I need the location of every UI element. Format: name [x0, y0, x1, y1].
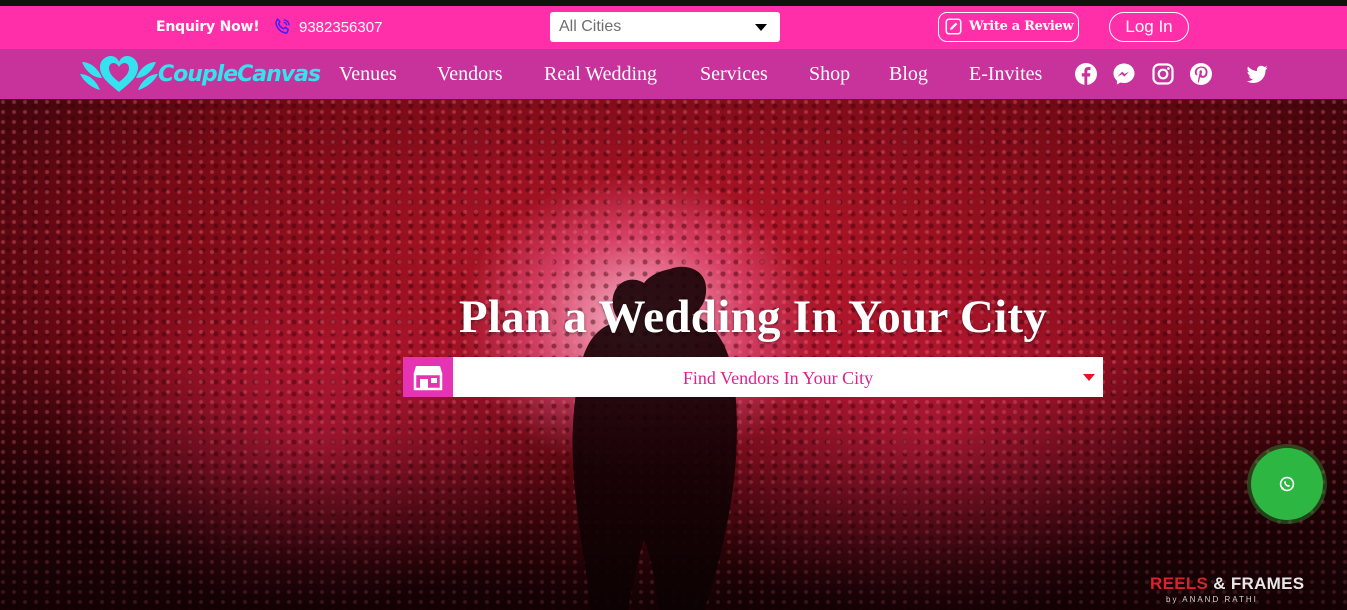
- whatsapp-icon: [1279, 476, 1295, 492]
- chevron-down-icon: [1083, 374, 1095, 381]
- store-icon: [413, 366, 443, 391]
- hero-banner: Plan a Wedding In Your City Find Vendors…: [0, 99, 1347, 610]
- twitter-icon[interactable]: [1245, 62, 1269, 86]
- nav-shop[interactable]: Shop: [809, 63, 850, 86]
- login-label: Log In: [1125, 17, 1173, 36]
- logo[interactable]: CoupleCanvas: [80, 52, 321, 96]
- chevron-down-icon: [755, 24, 767, 31]
- pinterest-icon[interactable]: [1189, 62, 1213, 86]
- city-select-value: All Cities: [559, 18, 622, 35]
- pencil-square-icon: [945, 18, 962, 35]
- whatsapp-button[interactable]: [1251, 448, 1323, 520]
- phone-icon[interactable]: [272, 17, 292, 37]
- messenger-icon[interactable]: [1112, 62, 1136, 86]
- write-review-button[interactable]: Write a Review: [938, 12, 1079, 42]
- store-icon-box: [403, 357, 453, 397]
- watermark: REELS & FRAMES by ANAND RATHI: [1150, 574, 1330, 604]
- instagram-icon[interactable]: [1151, 62, 1175, 86]
- nav-services[interactable]: Services: [700, 63, 768, 86]
- find-vendors-select[interactable]: Find Vendors In Your City: [403, 357, 1103, 397]
- hearts-wings-icon: [80, 56, 158, 92]
- nav-blog[interactable]: Blog: [889, 63, 928, 86]
- logo-text: CoupleCanvas: [158, 62, 321, 87]
- nav-venues[interactable]: Venues: [339, 63, 397, 86]
- enquiry-now-label[interactable]: Enquiry Now!: [156, 19, 260, 35]
- phone-number[interactable]: 9382356307: [299, 19, 382, 36]
- hero-title: Plan a Wedding In Your City: [458, 291, 1048, 343]
- city-select[interactable]: All Cities: [550, 12, 780, 42]
- watermark-subtitle: by ANAND RATHI: [1166, 595, 1258, 604]
- find-vendors-label: Find Vendors In Your City: [682, 368, 874, 388]
- facebook-icon[interactable]: [1074, 62, 1098, 86]
- top-bar: Enquiry Now! 9382356307 All Cities Write…: [0, 6, 1347, 49]
- nav-real-wedding[interactable]: Real Wedding: [544, 63, 657, 86]
- nav-vendors[interactable]: Vendors: [437, 63, 503, 86]
- write-review-label: Write a Review: [969, 19, 1074, 34]
- main-nav: CoupleCanvas Venues Vendors Real Wedding…: [0, 49, 1347, 99]
- login-button[interactable]: Log In: [1109, 12, 1189, 42]
- watermark-title: REELS & FRAMES: [1150, 574, 1305, 593]
- hero-shade: [0, 99, 1347, 610]
- nav-e-invites[interactable]: E-Invites: [969, 63, 1042, 86]
